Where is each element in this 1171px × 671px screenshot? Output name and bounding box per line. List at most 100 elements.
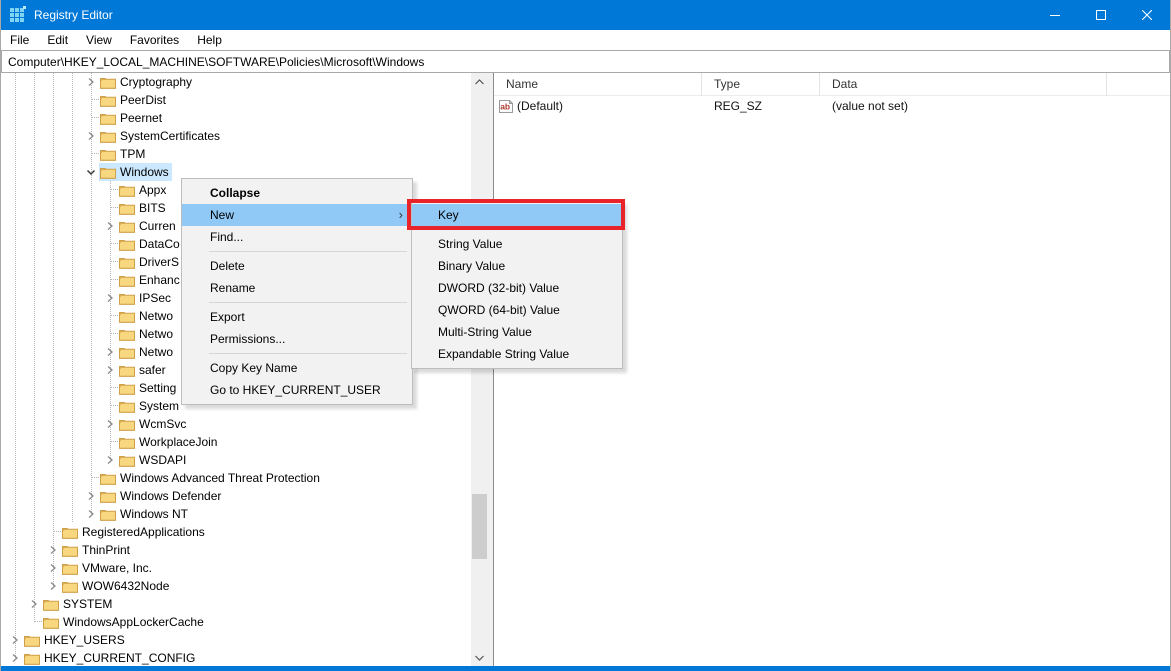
tree-item-body[interactable]: SYSTEM	[42, 595, 115, 613]
context-menu-item-rename[interactable]: Rename	[182, 277, 412, 299]
context-menu-item-copy-key-name[interactable]: Copy Key Name	[182, 357, 412, 379]
tree-item-body[interactable]: BITS	[118, 199, 169, 217]
tree-item-body[interactable]: WSDAPI	[118, 451, 189, 469]
tree-item-windows-advanced-threat-protection[interactable]: Windows Advanced Threat Protection	[1, 469, 471, 487]
tree-item-body[interactable]: PeerDist	[99, 91, 169, 109]
tree-item-hkey-users[interactable]: HKEY_USERS	[1, 631, 471, 649]
tree-item-wow6432node[interactable]: WOW6432Node	[1, 577, 471, 595]
tree-item-workplacejoin[interactable]: WorkplaceJoin	[1, 433, 471, 451]
expand-chevron[interactable]	[45, 541, 61, 559]
tree-item-vmware-inc[interactable]: VMware, Inc.	[1, 559, 471, 577]
expand-chevron[interactable]	[45, 559, 61, 577]
tree-item-cryptography[interactable]: Cryptography	[1, 73, 471, 91]
tree-vertical-scrollbar[interactable]	[471, 73, 488, 666]
context-menu-item-go-to-hkey-current-user[interactable]: Go to HKEY_CURRENT_USER	[182, 379, 412, 401]
expand-chevron[interactable]	[7, 631, 23, 649]
column-header-type[interactable]: Type	[702, 73, 820, 96]
new-submenu-item-string-value[interactable]: String Value	[412, 233, 622, 255]
close-button[interactable]	[1124, 0, 1170, 30]
context-menu-item-new[interactable]: New›	[182, 204, 412, 226]
tree-item-body[interactable]: Windows Advanced Threat Protection	[99, 469, 323, 487]
new-submenu-item-binary-value[interactable]: Binary Value	[412, 255, 622, 277]
tree-item-body[interactable]: HKEY_USERS	[23, 631, 128, 649]
tree-item-body[interactable]: DataCo	[118, 235, 183, 253]
menubar-item-edit[interactable]: Edit	[38, 30, 77, 50]
maximize-button[interactable]	[1078, 0, 1124, 30]
expand-chevron[interactable]	[102, 415, 118, 433]
value-row-default[interactable]: ab(Default)REG_SZ(value not set)	[494, 96, 1170, 116]
menubar-item-help[interactable]: Help	[188, 30, 231, 50]
scroll-up-button[interactable]	[471, 73, 488, 90]
context-menu-item-delete[interactable]: Delete	[182, 255, 412, 277]
tree-item-body[interactable]: WindowsAppLockerCache	[42, 613, 207, 631]
expand-chevron[interactable]	[83, 73, 99, 91]
tree-item-hkey-current-config[interactable]: HKEY_CURRENT_CONFIG	[1, 649, 471, 666]
scroll-down-button[interactable]	[471, 649, 488, 666]
expand-chevron[interactable]	[83, 505, 99, 523]
tree-item-tpm[interactable]: TPM	[1, 145, 471, 163]
tree-item-peerdist[interactable]: PeerDist	[1, 91, 471, 109]
tree-item-body[interactable]: System	[118, 397, 182, 415]
tree-item-systemcertificates[interactable]: SystemCertificates	[1, 127, 471, 145]
tree-item-body[interactable]: Windows	[99, 163, 172, 181]
expand-chevron[interactable]	[7, 649, 23, 666]
tree-item-body[interactable]: ThinPrint	[61, 541, 133, 559]
expand-chevron[interactable]	[102, 451, 118, 469]
context-menu-item-find[interactable]: Find...	[182, 226, 412, 248]
new-submenu-item-qword-64-bit-value[interactable]: QWORD (64-bit) Value	[412, 299, 622, 321]
address-input[interactable]	[1, 50, 1170, 73]
context-menu-item-collapse[interactable]: Collapse	[182, 182, 412, 204]
tree-item-body[interactable]: Setting	[118, 379, 179, 397]
tree-item-wcmsvc[interactable]: WcmSvc	[1, 415, 471, 433]
tree-item-body[interactable]: Netwo	[118, 307, 176, 325]
menubar-item-view[interactable]: View	[77, 30, 121, 50]
tree-item-body[interactable]: VMware, Inc.	[61, 559, 155, 577]
tree-item-peernet[interactable]: Peernet	[1, 109, 471, 127]
minimize-button[interactable]	[1032, 0, 1078, 30]
tree-item-body[interactable]: Enhanc	[118, 271, 183, 289]
new-submenu-item-dword-32-bit-value[interactable]: DWORD (32-bit) Value	[412, 277, 622, 299]
tree-item-body[interactable]: SystemCertificates	[99, 127, 223, 145]
expand-chevron[interactable]	[102, 217, 118, 235]
tree-item-body[interactable]: Windows Defender	[99, 487, 224, 505]
tree-item-body[interactable]: WorkplaceJoin	[118, 433, 220, 451]
tree-item-body[interactable]: DriverS	[118, 253, 182, 271]
tree-item-body[interactable]: WcmSvc	[118, 415, 189, 433]
expand-chevron[interactable]	[102, 361, 118, 379]
new-submenu-item-multi-string-value[interactable]: Multi-String Value	[412, 321, 622, 343]
expand-chevron[interactable]	[102, 289, 118, 307]
new-submenu-item-expandable-string-value[interactable]: Expandable String Value	[412, 343, 622, 365]
context-menu-item-export[interactable]: Export	[182, 306, 412, 328]
tree-item-windows-nt[interactable]: Windows NT	[1, 505, 471, 523]
tree-item-windows-defender[interactable]: Windows Defender	[1, 487, 471, 505]
tree-item-windowsapplockercache[interactable]: WindowsAppLockerCache	[1, 613, 471, 631]
column-header-name[interactable]: Name	[494, 73, 702, 96]
tree-item-body[interactable]: safer	[118, 361, 169, 379]
tree-item-body[interactable]: Peernet	[99, 109, 165, 127]
tree-item-body[interactable]: Cryptography	[99, 73, 195, 91]
expand-chevron[interactable]	[83, 127, 99, 145]
tree-item-thinprint[interactable]: ThinPrint	[1, 541, 471, 559]
tree-item-body[interactable]: IPSec	[118, 289, 174, 307]
tree-item-body[interactable]: TPM	[99, 145, 148, 163]
menubar-item-file[interactable]: File	[1, 30, 38, 50]
tree-item-body[interactable]: WOW6432Node	[61, 577, 172, 595]
tree-item-wsdapi[interactable]: WSDAPI	[1, 451, 471, 469]
tree-item-system[interactable]: SYSTEM	[1, 595, 471, 613]
menubar-item-favorites[interactable]: Favorites	[121, 30, 188, 50]
column-header-data[interactable]: Data	[820, 73, 1107, 96]
tree-item-body[interactable]: Netwo	[118, 343, 176, 361]
tree-item-registeredapplications[interactable]: RegisteredApplications	[1, 523, 471, 541]
collapse-chevron[interactable]	[83, 163, 99, 181]
expand-chevron[interactable]	[83, 487, 99, 505]
expand-chevron[interactable]	[26, 595, 42, 613]
tree-item-body[interactable]: Windows NT	[99, 505, 191, 523]
expand-chevron[interactable]	[45, 577, 61, 595]
context-menu-item-permissions[interactable]: Permissions...	[182, 328, 412, 350]
tree-item-body[interactable]: HKEY_CURRENT_CONFIG	[23, 649, 198, 666]
tree-item-body[interactable]: Netwo	[118, 325, 176, 343]
tree-item-body[interactable]: Appx	[118, 181, 169, 199]
tree-item-body[interactable]: RegisteredApplications	[61, 523, 208, 541]
expand-chevron[interactable]	[102, 343, 118, 361]
tree-item-body[interactable]: Curren	[118, 217, 179, 235]
